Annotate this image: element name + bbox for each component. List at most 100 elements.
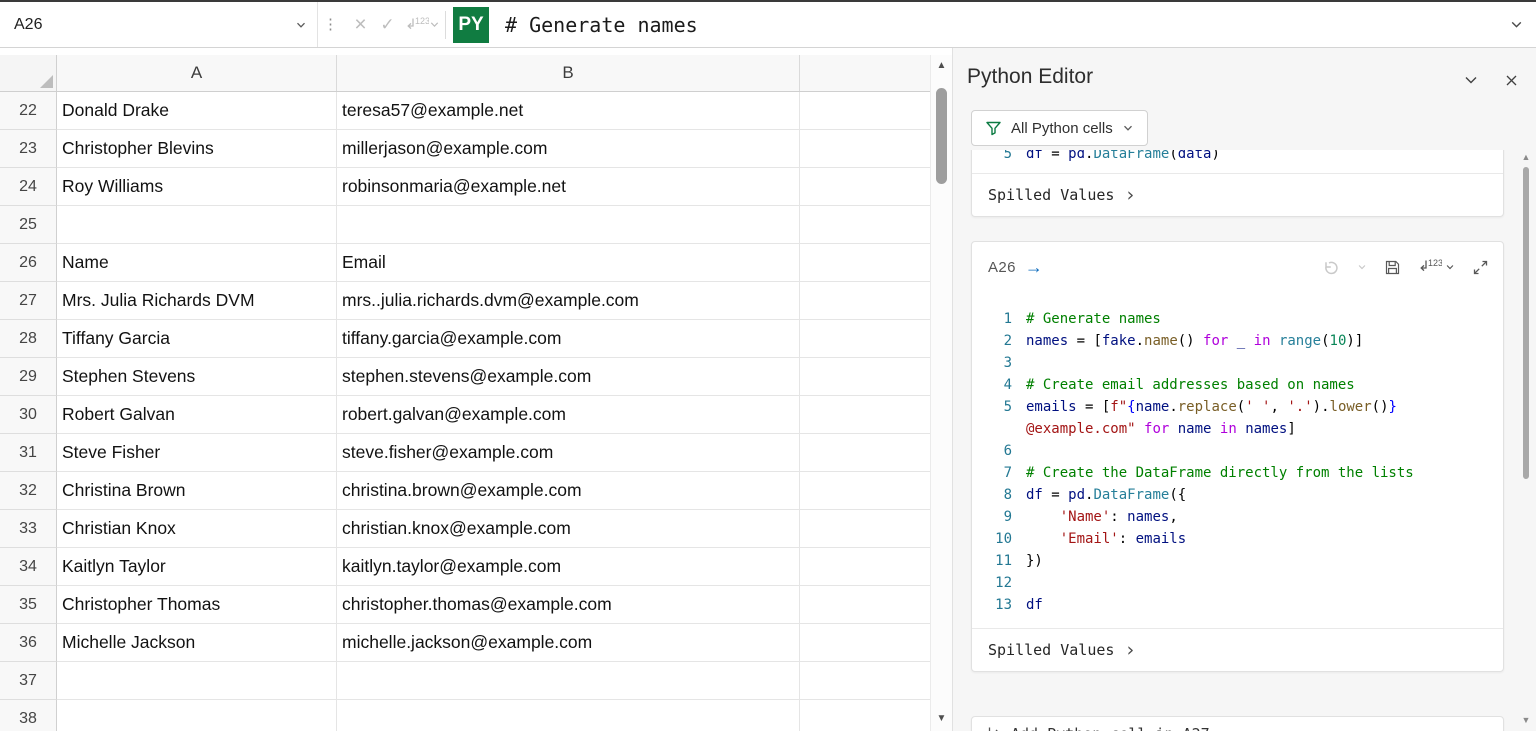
- cell-c[interactable]: [800, 130, 930, 168]
- name-box[interactable]: A26: [0, 2, 318, 47]
- cell-a[interactable]: Michelle Jackson: [57, 624, 337, 662]
- cell-a[interactable]: Donald Drake: [57, 92, 337, 130]
- cell-b[interactable]: michelle.jackson@example.com: [337, 624, 800, 662]
- cell-a[interactable]: Roy Williams: [57, 168, 337, 206]
- code-line[interactable]: 3: [972, 352, 1495, 374]
- column-header-b[interactable]: B: [337, 55, 800, 91]
- code-line[interactable]: 13 df: [972, 594, 1495, 616]
- row-number[interactable]: 32: [0, 472, 57, 510]
- cell-a[interactable]: Christian Knox: [57, 510, 337, 548]
- cell-a[interactable]: Christopher Blevins: [57, 130, 337, 168]
- cell-c[interactable]: [800, 624, 930, 662]
- code-line[interactable]: 5 emails = [f"{name.replace(' ', '.').lo…: [972, 396, 1495, 418]
- cell-c[interactable]: [800, 434, 930, 472]
- scroll-down-arrow-icon[interactable]: ▼: [931, 713, 952, 724]
- cell-c[interactable]: [800, 662, 930, 700]
- cell-a[interactable]: [57, 700, 337, 731]
- cell-b[interactable]: teresa57@example.net: [337, 92, 800, 130]
- cell-b[interactable]: stephen.stevens@example.com: [337, 358, 800, 396]
- cell-b[interactable]: [337, 700, 800, 731]
- expand-editor-icon[interactable]: [1472, 259, 1489, 276]
- convert-dropdown-chevron-icon[interactable]: [429, 19, 440, 30]
- spilled-values-toggle[interactable]: Spilled Values ›: [972, 629, 1503, 671]
- code-line[interactable]: 1 # Generate names: [972, 308, 1495, 330]
- cell-c[interactable]: [800, 510, 930, 548]
- row-number[interactable]: 22: [0, 92, 57, 130]
- cell-a[interactable]: [57, 206, 337, 244]
- cell-c[interactable]: [800, 92, 930, 130]
- cell-b[interactable]: christina.brown@example.com: [337, 472, 800, 510]
- code-line[interactable]: 10 'Email': emails: [972, 528, 1495, 550]
- cell-c[interactable]: [800, 472, 930, 510]
- code-line[interactable]: @example.com" for name in names]: [972, 418, 1495, 440]
- code-editor[interactable]: 1 # Generate names 2 names = [fake.name(…: [972, 292, 1503, 628]
- cell-c[interactable]: [800, 396, 930, 434]
- select-all-corner[interactable]: [0, 55, 57, 91]
- cell-b[interactable]: [337, 662, 800, 700]
- cancel-entry-icon[interactable]: ×: [347, 13, 374, 37]
- cell-b[interactable]: mrs..julia.richards.dvm@example.com: [337, 282, 800, 320]
- row-number[interactable]: 33: [0, 510, 57, 548]
- row-number[interactable]: 29: [0, 358, 57, 396]
- code-line[interactable]: 8 df = pd.DataFrame({: [972, 484, 1495, 506]
- cell-a[interactable]: Christopher Thomas: [57, 586, 337, 624]
- cell-c[interactable]: [800, 320, 930, 358]
- cell-a[interactable]: Robert Galvan: [57, 396, 337, 434]
- cell-c[interactable]: [800, 548, 930, 586]
- column-header-c[interactable]: [800, 55, 930, 91]
- cell-b[interactable]: robert.galvan@example.com: [337, 396, 800, 434]
- code-line[interactable]: 6: [972, 440, 1495, 462]
- formula-input[interactable]: # Generate names: [505, 13, 1509, 37]
- name-box-chevron-down-icon[interactable]: [295, 19, 307, 31]
- cell-b[interactable]: kaitlyn.taylor@example.com: [337, 548, 800, 586]
- close-panel-icon[interactable]: [1504, 73, 1519, 88]
- cell-b[interactable]: robinsonmaria@example.net: [337, 168, 800, 206]
- code-line[interactable]: 7 # Create the DataFrame directly from t…: [972, 462, 1495, 484]
- confirm-entry-icon[interactable]: ✓: [374, 15, 401, 35]
- go-to-cell-arrow-icon[interactable]: →: [1025, 258, 1043, 276]
- code-preview-clipped[interactable]: 5 df = pd.DataFrame(data): [972, 150, 1503, 173]
- cell-a[interactable]: Steve Fisher: [57, 434, 337, 472]
- cell-c[interactable]: [800, 282, 930, 320]
- convert-to-values-icon[interactable]: 123: [1418, 257, 1455, 277]
- row-number[interactable]: 38: [0, 700, 57, 731]
- grid-scrollbar-thumb[interactable]: [936, 88, 947, 184]
- undo-dropdown-chevron-icon[interactable]: [1357, 262, 1367, 272]
- cell-b[interactable]: tiffany.garcia@example.com: [337, 320, 800, 358]
- spilled-values-toggle[interactable]: Spilled Values ›: [972, 174, 1503, 216]
- code-line[interactable]: 12: [972, 572, 1495, 594]
- code-line[interactable]: 9 'Name': names,: [972, 506, 1495, 528]
- row-number[interactable]: 30: [0, 396, 57, 434]
- row-number[interactable]: 36: [0, 624, 57, 662]
- row-number[interactable]: 24: [0, 168, 57, 206]
- scroll-up-arrow-icon[interactable]: ▲: [931, 60, 952, 71]
- panel-scroll-down-arrow-icon[interactable]: ▼: [1519, 715, 1533, 725]
- formula-bar-drag-handle-icon[interactable]: ⋮: [323, 17, 338, 32]
- row-number[interactable]: 26: [0, 244, 57, 282]
- row-number[interactable]: 27: [0, 282, 57, 320]
- cell-a[interactable]: Kaitlyn Taylor: [57, 548, 337, 586]
- cell-a[interactable]: Mrs. Julia Richards DVM: [57, 282, 337, 320]
- add-python-cell-button[interactable]: Add Python cell in A27: [971, 716, 1504, 731]
- panel-scrollbar-thumb[interactable]: [1523, 167, 1529, 479]
- row-number[interactable]: 35: [0, 586, 57, 624]
- row-number[interactable]: 37: [0, 662, 57, 700]
- cell-b[interactable]: steve.fisher@example.com: [337, 434, 800, 472]
- cell-b[interactable]: [337, 206, 800, 244]
- code-line[interactable]: 2 names = [fake.name() for _ in range(10…: [972, 330, 1495, 352]
- row-number[interactable]: 25: [0, 206, 57, 244]
- python-cells-filter-button[interactable]: All Python cells: [971, 110, 1148, 146]
- column-header-a[interactable]: A: [57, 55, 337, 91]
- cell-a[interactable]: Christina Brown: [57, 472, 337, 510]
- cell-a[interactable]: Tiffany Garcia: [57, 320, 337, 358]
- row-number[interactable]: 34: [0, 548, 57, 586]
- code-line[interactable]: 11 }): [972, 550, 1495, 572]
- cell-a[interactable]: Stephen Stevens: [57, 358, 337, 396]
- cell-c[interactable]: [800, 206, 930, 244]
- collapse-panel-chevron-icon[interactable]: [1463, 72, 1479, 88]
- cell-c[interactable]: [800, 700, 930, 731]
- undo-icon[interactable]: [1322, 259, 1340, 275]
- row-number[interactable]: 31: [0, 434, 57, 472]
- cell-c[interactable]: [800, 586, 930, 624]
- cell-b[interactable]: millerjason@example.com: [337, 130, 800, 168]
